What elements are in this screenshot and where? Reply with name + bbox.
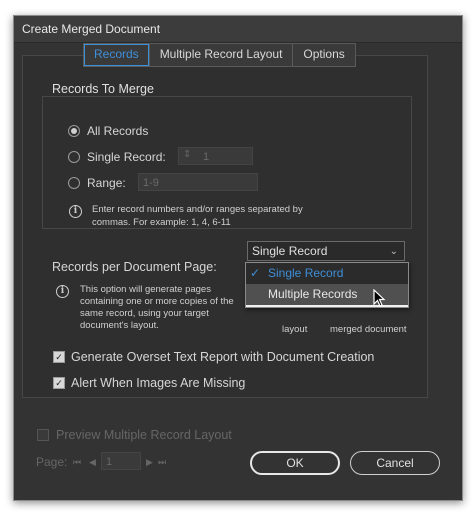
single-record-radio[interactable] <box>68 151 80 163</box>
all-records-radio[interactable] <box>68 125 80 137</box>
records-per-page-help-4: document's layout. <box>80 320 159 331</box>
records-per-page-help-3: same record, using your target <box>80 308 209 319</box>
records-to-merge-title: Records To Merge <box>52 82 154 96</box>
first-page-icon[interactable]: ⏮ <box>73 457 81 468</box>
mouse-pointer-icon <box>373 289 386 307</box>
chevron-down-icon: ⌄ <box>389 246 398 257</box>
cancel-button[interactable]: Cancel <box>350 451 440 475</box>
overset-report-label: Generate Overset Text Report with Docume… <box>71 350 375 364</box>
checkmark-icon: ✓ <box>250 266 261 280</box>
alert-missing-images-checkbox[interactable]: ✓ <box>53 377 65 389</box>
overset-report-checkbox[interactable]: ✓ <box>53 351 65 363</box>
range-label: Range: <box>87 176 126 190</box>
tab-records[interactable]: Records <box>84 44 150 66</box>
tab-bar: Records Multiple Record Layout Options <box>83 43 356 67</box>
range-input[interactable]: 1-9 <box>138 173 258 191</box>
records-per-page-help-1: This option will generate pages <box>80 284 211 295</box>
last-page-icon[interactable]: ⏭ <box>158 457 166 468</box>
range-radio[interactable] <box>68 177 80 189</box>
page-number-input[interactable]: 1 <box>101 452 141 470</box>
tab-multiple-record-layout[interactable]: Multiple Record Layout <box>150 44 294 66</box>
previous-page-icon[interactable]: ◀ <box>89 457 96 468</box>
range-help-line1: Enter record numbers and/or ranges separ… <box>92 204 303 215</box>
records-per-page-label: Records per Document Page: <box>52 260 217 274</box>
merged-document-partial-text: merged document <box>330 324 407 335</box>
records-per-page-help-2: containing one or more copies of the <box>80 296 234 307</box>
layout-partial-text: layout <box>282 324 308 335</box>
window-title: Create Merged Document <box>22 22 161 36</box>
info-icon: i <box>56 285 69 298</box>
select-value: Single Record <box>252 244 328 258</box>
preview-checkbox[interactable] <box>37 429 49 441</box>
stepper-arrows-icon: ⇕ <box>183 149 192 160</box>
all-records-label: All Records <box>87 124 149 138</box>
option-single-record[interactable]: ✓ Single Record <box>246 263 408 284</box>
single-record-label: Single Record: <box>87 150 166 164</box>
alert-missing-images-label: Alert When Images Are Missing <box>71 376 246 390</box>
tab-options[interactable]: Options <box>293 44 354 66</box>
next-page-icon[interactable]: ▶ <box>146 457 153 468</box>
preview-label: Preview Multiple Record Layout <box>56 428 232 442</box>
page-label: Page: <box>36 455 68 469</box>
ok-button[interactable]: OK <box>250 451 340 475</box>
records-per-page-select[interactable]: Single Record ⌄ <box>247 241 405 261</box>
range-help-line2: commas. For example: 1, 4, 6-11 <box>92 217 231 228</box>
title-bar[interactable]: Create Merged Document <box>14 16 462 43</box>
info-icon: i <box>69 205 82 218</box>
